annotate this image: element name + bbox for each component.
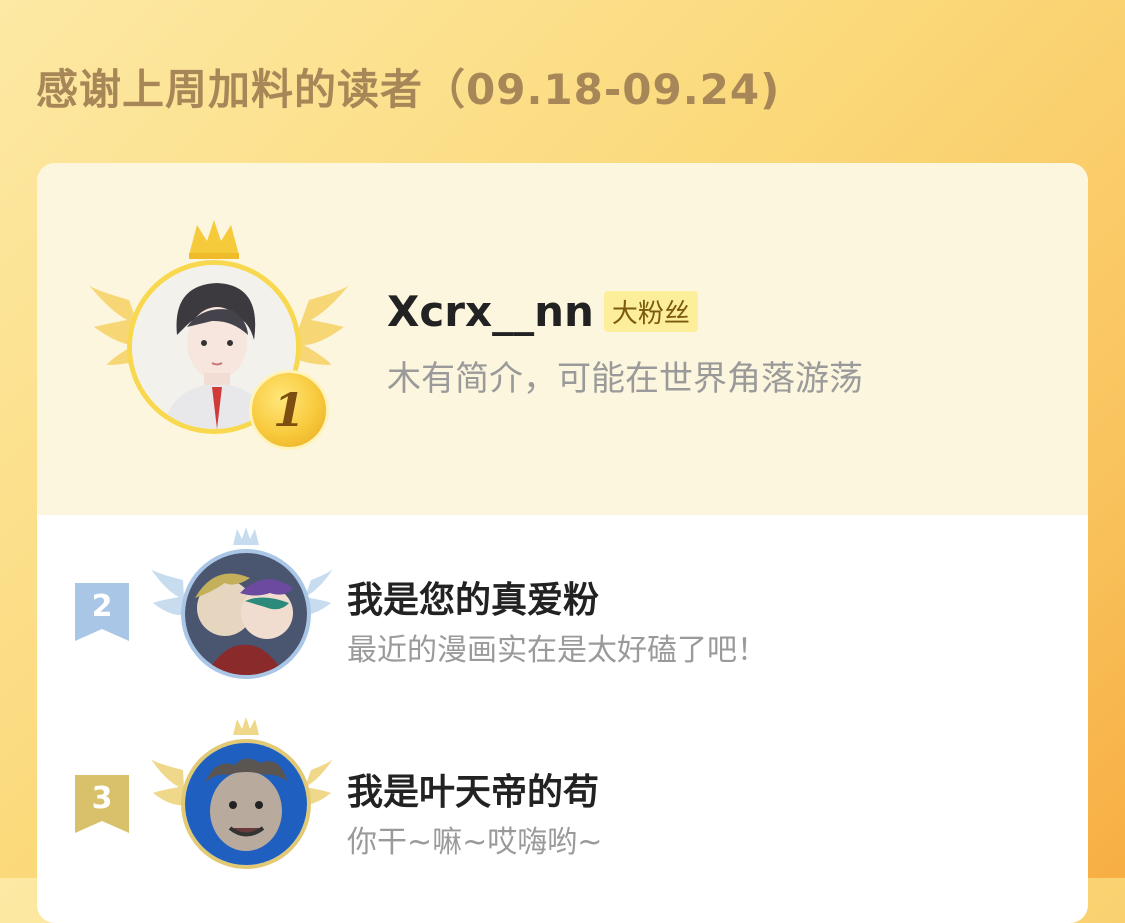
list-item[interactable]: 2 我是您的真爱粉 最近的漫画实在是太好磕了吧！ xyxy=(37,525,1088,695)
rank-medal-icon: 1 xyxy=(249,370,329,450)
first-place-avatar-group[interactable]: 1 xyxy=(89,215,349,465)
first-place-bio: 木有简介，可能在世界角落游荡 xyxy=(387,359,863,399)
avatar[interactable] xyxy=(181,739,311,869)
reader-name[interactable]: 我是您的真爱粉 xyxy=(347,571,599,623)
page-title: 感谢上周加料的读者（09.18-09.24) xyxy=(36,65,781,114)
leaderboard-card: 1 Xcrx__nn 大粉丝 木有简介，可能在世界角落游荡 2 我是您的真爱粉 … xyxy=(37,163,1088,923)
reader-name[interactable]: 我是叶天帝的苟 xyxy=(347,763,599,815)
list-item[interactable]: 3 我是叶天帝的苟 你干~嘛~哎嗨哟~ xyxy=(37,715,1088,885)
avatar-group[interactable] xyxy=(147,715,337,875)
reader-bio: 你干~嘛~哎嗨哟~ xyxy=(347,825,603,860)
first-place-section: 1 Xcrx__nn 大粉丝 木有简介，可能在世界角落游荡 xyxy=(37,163,1088,515)
rank-number: 2 xyxy=(91,588,113,624)
fan-level-badge: 大粉丝 xyxy=(603,291,698,332)
first-place-name[interactable]: Xcrx__nn xyxy=(387,287,594,336)
reader-bio: 最近的漫画实在是太好磕了吧！ xyxy=(347,633,767,668)
crown-icon xyxy=(189,220,239,259)
avatar[interactable] xyxy=(181,549,311,679)
first-place-name-row: Xcrx__nn 大粉丝 xyxy=(387,287,698,336)
avatar-group[interactable] xyxy=(147,525,337,685)
rank-number: 3 xyxy=(91,780,113,816)
